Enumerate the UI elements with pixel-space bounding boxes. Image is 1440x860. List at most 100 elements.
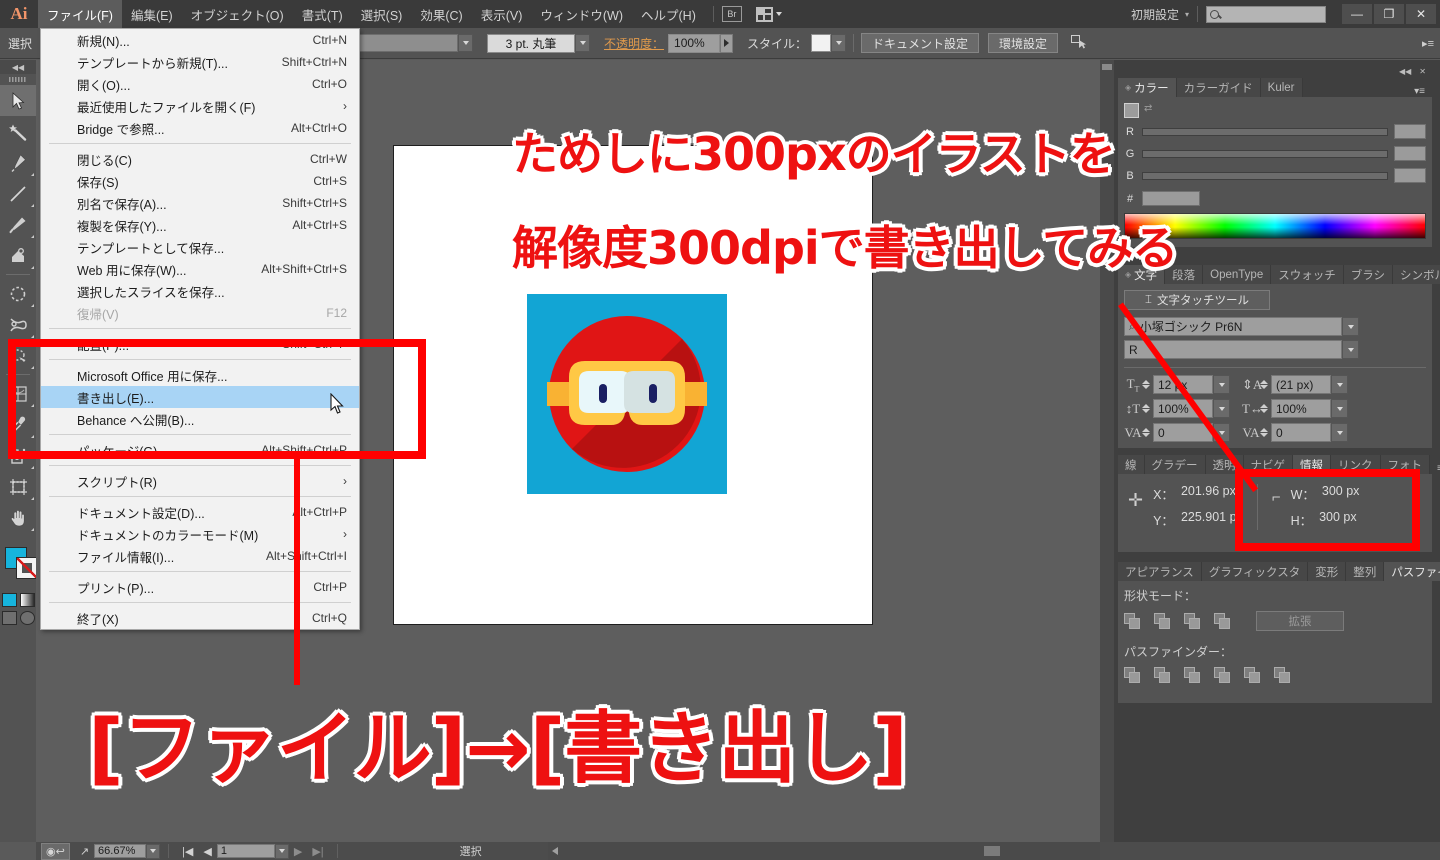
magic-wand-tool[interactable] [0, 116, 36, 147]
horizontal-scale-control[interactable]: T↔ 100% [1242, 399, 1348, 418]
menu-window[interactable]: ウィンドウ(W) [531, 0, 632, 28]
menu-item-23[interactable]: スクリプト(R) › [41, 470, 359, 492]
vertical-scale-control[interactable]: ↕T 100% [1124, 399, 1230, 418]
slider-value-g[interactable] [1394, 146, 1426, 161]
zoom-level-input[interactable]: 66.67% [94, 844, 147, 858]
zoom-chevron-down-icon[interactable] [146, 843, 161, 859]
stroke-weight-field[interactable] [348, 34, 458, 52]
menu-type[interactable]: 書式(T) [293, 0, 352, 28]
minimize-button[interactable]: — [1342, 4, 1372, 24]
font-family-dropdown[interactable]: ⌕小塚ゴシック Pr6N [1124, 317, 1426, 336]
edit-artboards-icon[interactable]: ◉↩ [41, 842, 70, 860]
color-panel-menu-icon[interactable]: ▾≡ [1407, 86, 1432, 97]
font-size-chevron-down-icon[interactable] [1213, 375, 1230, 394]
artboard-chevron-down-icon[interactable] [274, 843, 289, 859]
minus-back-icon[interactable] [1274, 667, 1291, 684]
toolbar-collapse-button[interactable]: ◀◀ [0, 60, 36, 74]
draw-normal-button[interactable] [1, 611, 17, 625]
screen-mode-button[interactable] [19, 611, 35, 625]
share-on-behance-icon[interactable]: ↗ [75, 842, 94, 860]
tracking-control[interactable]: VA 0 [1242, 423, 1348, 442]
tab-pathfinder[interactable]: パスファインダー [1384, 562, 1440, 581]
divide-icon[interactable] [1124, 667, 1141, 684]
font-size-stepper[interactable] [1142, 380, 1150, 389]
selection-tool[interactable] [0, 85, 36, 116]
hex-value[interactable] [1142, 191, 1200, 206]
menu-view[interactable]: 表示(V) [472, 0, 532, 28]
opacity-value[interactable]: 100% [668, 33, 721, 53]
workspace-chevron-down-icon[interactable]: ▾ [1185, 10, 1189, 19]
tab-swatches[interactable]: スウォッチ [1271, 265, 1344, 284]
close-panel-icon[interactable]: ✕ [1419, 67, 1426, 76]
menu-item-10[interactable]: テンプレートとして保存... [41, 236, 359, 258]
tab-stroke[interactable]: 線 [1118, 455, 1145, 474]
tab-align[interactable]: 整列 [1346, 562, 1385, 581]
tracking-chevron-down-icon[interactable] [1331, 423, 1348, 442]
line-segment-tool[interactable] [0, 178, 36, 209]
leading-stepper[interactable] [1260, 380, 1268, 389]
tab-kuler[interactable]: Kuler [1260, 78, 1303, 97]
tracking-stepper[interactable] [1260, 428, 1268, 437]
menu-object[interactable]: オブジェクト(O) [182, 0, 293, 28]
scroll-up-arrow-icon[interactable] [1102, 64, 1112, 70]
info-panel-menu-icon[interactable]: ≡ [1430, 463, 1440, 474]
fill-stroke-control[interactable] [0, 543, 38, 589]
gradient-mode-button[interactable] [19, 593, 35, 607]
bridge-icon[interactable]: Br [721, 6, 742, 22]
tab-appearance[interactable]: アピアランス [1118, 562, 1202, 581]
menu-item-13[interactable]: 復帰(V) F12 [41, 302, 359, 324]
restore-button[interactable]: ❐ [1374, 4, 1404, 24]
opacity-label[interactable]: 不透明度： [604, 35, 664, 52]
opacity-popup-arrow-icon[interactable] [720, 33, 734, 53]
outline-icon[interactable] [1244, 667, 1261, 684]
horizontal-scale-chevron-down-icon[interactable] [1331, 399, 1348, 418]
menu-item-26[interactable]: ドキュメントのカラーモード(M) › [41, 523, 359, 545]
search-input[interactable] [1206, 5, 1326, 23]
horizontal-scale-stepper[interactable] [1260, 404, 1268, 413]
toolbar-grip[interactable] [0, 74, 36, 85]
status-left-icons[interactable]: ◉↩ [36, 842, 75, 860]
ninja-goggles-icon[interactable] [527, 294, 727, 494]
menu-item-3[interactable]: 最近使用したファイルを開く(F) › [41, 95, 359, 117]
scroll-thumb[interactable] [984, 846, 1000, 856]
slider-value-b[interactable] [1394, 168, 1426, 183]
crop-icon[interactable] [1214, 667, 1231, 684]
graphic-style-chevron-down-icon[interactable] [831, 34, 847, 52]
arrange-documents-button[interactable] [755, 6, 782, 22]
hand-tool[interactable] [0, 502, 36, 533]
kerning-stepper[interactable] [1142, 428, 1150, 437]
minus-front-icon[interactable] [1154, 612, 1171, 630]
rotate-tool[interactable] [0, 278, 36, 309]
artboard-tool[interactable] [0, 471, 36, 502]
graphic-style-dropdown[interactable] [811, 34, 847, 52]
tab-color-guide[interactable]: カラーガイド [1176, 78, 1261, 97]
trim-icon[interactable] [1154, 667, 1171, 684]
unite-icon[interactable] [1124, 612, 1141, 630]
leading-control[interactable]: ⇕A (21 px) [1242, 375, 1348, 394]
menu-item-2[interactable]: 開く(O)... Ctrl+O [41, 73, 359, 95]
canvas-horizontal-scrollbar[interactable] [548, 842, 1100, 860]
previous-artboard-button[interactable]: ◀ [198, 842, 216, 860]
control-bar-overflow-menu[interactable]: ▸≡ [1422, 37, 1434, 50]
hex-row[interactable]: # [1124, 191, 1426, 206]
menu-item-25[interactable]: ドキュメント設定(D)... Alt+Ctrl+P [41, 501, 359, 523]
tab-brushes[interactable]: ブラシ [1343, 265, 1394, 284]
document-setup-button[interactable]: ドキュメント設定 [861, 33, 980, 53]
menu-item-0[interactable]: 新規(N)... Ctrl+N [41, 29, 359, 51]
shape-builder-tool[interactable] [0, 240, 36, 271]
horizontal-scale-value[interactable]: 100% [1271, 399, 1331, 418]
artboard-number-input[interactable]: 1 [216, 844, 275, 858]
expand-button[interactable]: 拡張 [1256, 611, 1344, 631]
menu-edit[interactable]: 編集(E) [122, 0, 182, 28]
intersect-icon[interactable] [1184, 612, 1201, 630]
tab-symbols[interactable]: シンボル [1393, 265, 1440, 284]
menu-item-1[interactable]: テンプレートから新規(T)... Shift+Ctrl+N [41, 51, 359, 73]
next-artboard-button[interactable]: ▶ [289, 842, 307, 860]
color-slider-r[interactable]: R [1124, 124, 1426, 139]
scroll-left-arrow-icon[interactable] [552, 847, 558, 855]
stroke-profile-dropdown[interactable]: 3 pt. 丸筆 [487, 33, 590, 53]
color-mode-button[interactable] [1, 593, 17, 607]
stroke-swatch[interactable] [16, 557, 38, 579]
color-slider-g[interactable]: G [1124, 146, 1426, 161]
leading-chevron-down-icon[interactable] [1331, 375, 1348, 394]
